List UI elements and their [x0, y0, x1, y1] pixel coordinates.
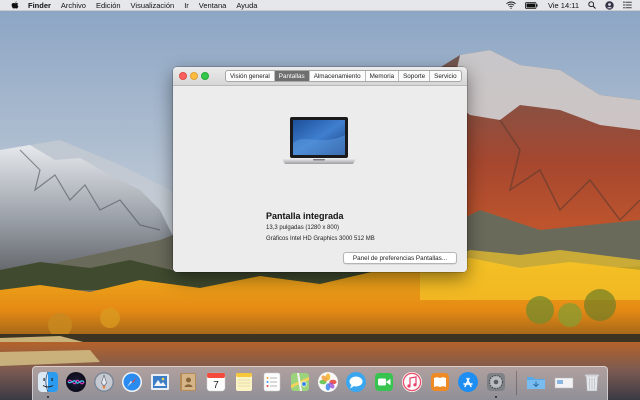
safari-icon[interactable] [121, 371, 143, 393]
user-icon[interactable] [605, 0, 614, 10]
menu-ventana[interactable]: Ventana [199, 0, 227, 11]
window-controls [179, 72, 212, 80]
tab-pantallas[interactable]: Pantallas [274, 71, 310, 81]
launchpad-icon[interactable] [93, 371, 115, 393]
status-area: Vie 14:11 [497, 0, 640, 11]
menu-edicion[interactable]: Edición [96, 0, 121, 11]
menu-visualizacion[interactable]: Visualización [131, 0, 175, 11]
ibooks-icon[interactable] [429, 371, 451, 393]
itunes-icon[interactable] [401, 371, 423, 393]
tab-memoria[interactable]: Memoria [366, 71, 400, 81]
tab-almacenamiento[interactable]: Almacenamiento [310, 71, 366, 81]
mail-icon[interactable] [149, 371, 171, 393]
menu-ir[interactable]: Ir [184, 0, 189, 11]
facetime-icon[interactable] [373, 371, 395, 393]
system-preferences-icon[interactable] [485, 371, 507, 398]
dock: 7 [32, 366, 608, 400]
document-stack-icon[interactable] [553, 371, 575, 393]
dock-separator [516, 371, 517, 395]
menu-finder[interactable]: Finder [28, 0, 51, 11]
notes-icon[interactable] [233, 371, 255, 393]
wifi-icon[interactable] [506, 1, 516, 9]
laptop-icon [280, 115, 358, 172]
tab-servicio[interactable]: Servicio [430, 71, 460, 81]
display-name: Pantalla integrada [266, 211, 344, 221]
maps-icon[interactable] [289, 371, 311, 393]
zoom-button[interactable] [201, 72, 209, 80]
about-this-mac-window: Visión general Pantallas Almacenamiento … [173, 67, 467, 272]
siri-icon[interactable] [65, 371, 87, 393]
minimize-button[interactable] [190, 72, 198, 80]
calendar-icon[interactable]: 7 [205, 371, 227, 393]
segmented-tabs: Visión general Pantallas Almacenamiento … [225, 70, 462, 82]
close-button[interactable] [179, 72, 187, 80]
menu-bar: Finder Archivo Edición Visualización Ir … [0, 0, 640, 11]
display-gpu: Gráficos Intel HD Graphics 3000 512 MB [266, 236, 375, 242]
search-icon[interactable] [588, 1, 596, 9]
contacts-icon[interactable] [177, 371, 199, 393]
menu-ayuda[interactable]: Ayuda [236, 0, 257, 11]
displays-pane: Pantalla integrada 13,3 pulgadas (1280 x… [173, 86, 467, 272]
tab-vision-general[interactable]: Visión general [226, 71, 275, 81]
reminders-icon[interactable] [261, 371, 283, 393]
app-store-icon[interactable] [457, 371, 479, 393]
display-size: 13,3 pulgadas (1280 x 800) [266, 225, 340, 231]
list-icon[interactable] [623, 1, 632, 9]
running-indicator [495, 396, 497, 398]
menu-archivo[interactable]: Archivo [61, 0, 86, 11]
running-indicator [47, 396, 49, 398]
menu-clock[interactable]: Vie 14:11 [548, 1, 579, 10]
tab-soporte[interactable]: Soporte [399, 71, 431, 81]
display-preferences-button[interactable]: Panel de preferencias Pantallas... [343, 252, 457, 264]
battery-icon[interactable] [525, 1, 538, 9]
window-titlebar[interactable]: Visión general Pantallas Almacenamiento … [173, 67, 467, 86]
finder-icon[interactable] [37, 371, 59, 398]
photos-icon[interactable] [317, 371, 339, 393]
downloads-folder-icon[interactable] [525, 371, 547, 393]
messages-icon[interactable] [345, 371, 367, 393]
calendar-day-label: 7 [213, 380, 219, 391]
apple-logo-icon[interactable] [10, 0, 19, 10]
trash-icon[interactable] [581, 371, 603, 393]
